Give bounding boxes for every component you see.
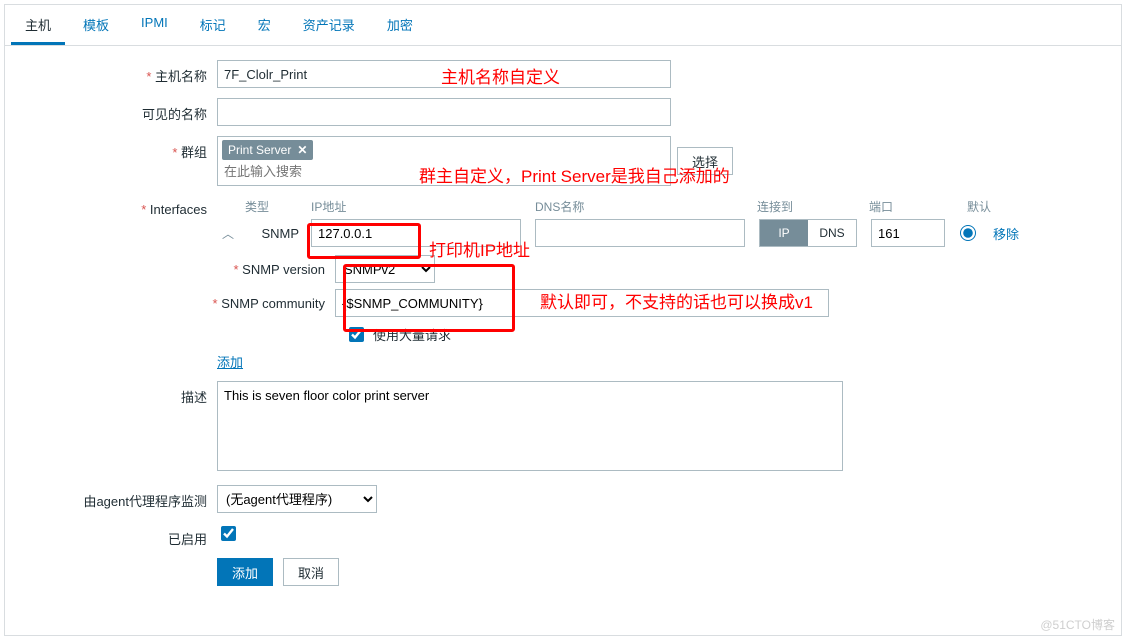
group-chip[interactable]: Print Server ✕ xyxy=(222,140,313,160)
interface-default-radio[interactable] xyxy=(960,225,976,241)
groups-select-button[interactable]: 选择 xyxy=(677,147,733,175)
label-snmp-community: SNMP community xyxy=(5,296,335,311)
col-port: 端口 xyxy=(869,198,957,215)
snmp-version-select[interactable]: SNMPv2 xyxy=(335,255,435,283)
tab-ipmi[interactable]: IPMI xyxy=(127,5,182,45)
label-description: 描述 xyxy=(5,381,217,406)
tab-assets[interactable]: 资产记录 xyxy=(289,5,369,45)
interface-remove-link[interactable]: 移除 xyxy=(993,224,1019,243)
tab-tags[interactable]: 标记 xyxy=(186,5,240,45)
bulk-label: 使用大量请求 xyxy=(373,325,451,344)
connect-to-segment: IP DNS xyxy=(759,219,857,247)
connect-dns-option[interactable]: DNS xyxy=(808,220,856,246)
tab-template[interactable]: 模板 xyxy=(69,5,123,45)
description-textarea[interactable]: This is seven floor color print server xyxy=(217,381,843,471)
label-groups: 群组 xyxy=(5,136,217,161)
label-agent-monitor: 由agent代理程序监测 xyxy=(5,485,217,510)
col-ip: IP地址 xyxy=(311,198,535,215)
tab-macros[interactable]: 宏 xyxy=(244,5,285,45)
tabs-bar: 主机 模板 IPMI 标记 宏 资产记录 加密 xyxy=(5,5,1121,46)
enabled-checkbox[interactable] xyxy=(221,526,236,541)
col-dns: DNS名称 xyxy=(535,198,757,215)
label-host-name: 主机名称 xyxy=(5,60,217,85)
tab-encrypt[interactable]: 加密 xyxy=(373,5,427,45)
connect-ip-option[interactable]: IP xyxy=(760,220,808,246)
label-snmp-version: SNMP version xyxy=(5,262,335,277)
col-type: 类型 xyxy=(217,198,311,215)
group-chip-label: Print Server xyxy=(228,143,291,157)
interface-dns-input[interactable] xyxy=(535,219,745,247)
interface-type: SNMP xyxy=(239,226,311,241)
agent-proxy-select[interactable]: (无agent代理程序) xyxy=(217,485,377,513)
label-enabled: 已启用 xyxy=(5,523,217,548)
cancel-button[interactable]: 取消 xyxy=(283,558,339,586)
groups-search-input[interactable] xyxy=(222,160,666,182)
groups-multiselect[interactable]: Print Server ✕ xyxy=(217,136,671,186)
label-interfaces: Interfaces xyxy=(5,196,217,217)
bulk-checkbox[interactable] xyxy=(349,327,364,342)
interface-ip-input[interactable] xyxy=(311,219,521,247)
host-name-input[interactable] xyxy=(217,60,671,88)
snmp-community-input[interactable] xyxy=(335,289,829,317)
watermark: @51CTO博客 xyxy=(1040,616,1115,633)
col-connect: 连接到 xyxy=(757,198,869,215)
label-visible-name: 可见的名称 xyxy=(5,98,217,123)
interface-row: ︿ SNMP IP DNS 移除 xyxy=(217,216,1019,250)
col-default: 默认 xyxy=(957,198,1001,215)
add-interface-link[interactable]: 添加 xyxy=(217,352,243,371)
submit-add-button[interactable]: 添加 xyxy=(217,558,273,586)
chevron-up-icon[interactable]: ︿ xyxy=(217,225,239,242)
interface-port-input[interactable] xyxy=(871,219,945,247)
group-chip-remove-icon[interactable]: ✕ xyxy=(297,143,307,157)
visible-name-input[interactable] xyxy=(217,98,671,126)
interfaces-header: 类型 IP地址 DNS名称 连接到 端口 默认 xyxy=(217,196,1001,216)
tab-host[interactable]: 主机 xyxy=(11,5,65,45)
